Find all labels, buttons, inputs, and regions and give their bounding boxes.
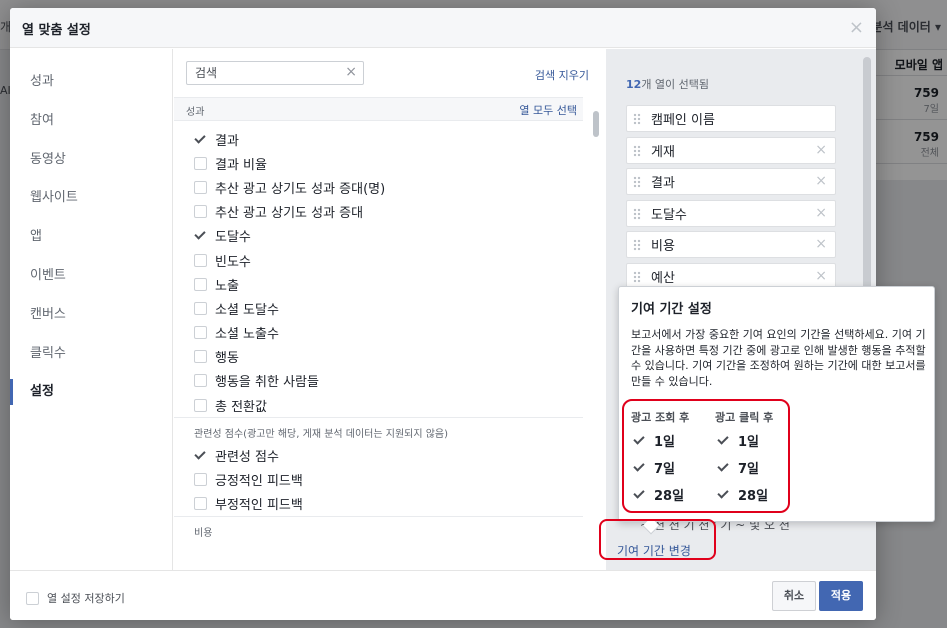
checkbox[interactable] [194, 229, 207, 243]
column-option[interactable]: 행동 [174, 345, 605, 369]
checkbox[interactable] [26, 591, 39, 605]
remove-icon[interactable]: × [815, 142, 827, 158]
checkbox[interactable] [194, 301, 207, 315]
remove-icon[interactable]: × [815, 173, 827, 189]
column-option[interactable]: 긍정적인 피드백 [174, 467, 605, 491]
column-option[interactable]: 노출 [174, 272, 605, 296]
column-option[interactable]: 결과 비율 [174, 151, 605, 175]
highlight-box-link [599, 519, 716, 560]
checkbox[interactable] [194, 132, 207, 146]
checkbox[interactable] [194, 374, 207, 388]
select-all-link[interactable]: 열 모두 선택 [519, 102, 577, 118]
column-option[interactable]: 결과 [174, 127, 605, 151]
nav-item-engagement[interactable]: 참여 [10, 102, 172, 141]
nav-item-settings[interactable]: 설정 [10, 373, 172, 412]
popover-title: 기여 기간 설정 [631, 302, 712, 317]
save-column-settings-checkbox[interactable]: 열 설정 저장하기 [26, 590, 125, 606]
category-nav: 성과 참여 동영상 웹사이트 앱 이벤트 캔버스 클릭수 설정 [10, 49, 173, 570]
drag-handle-icon[interactable] [633, 270, 641, 283]
selected-column-chip[interactable]: 비용 × [626, 231, 836, 258]
column-option[interactable]: 총 전환값 [174, 393, 605, 417]
column-option[interactable]: 행동을 취한 사람들 [174, 369, 605, 393]
column-list-panel: × 검색 지우기 성과 열 모두 선택 결과 결과 비율 추산 광고 상기도 성… [174, 49, 605, 570]
checkbox[interactable] [194, 205, 207, 219]
cancel-button[interactable]: 취소 [772, 581, 816, 611]
selected-column-chip[interactable]: 게재 × [626, 137, 836, 164]
nav-item-clicks[interactable]: 클릭수 [10, 335, 172, 374]
close-icon[interactable]: × [849, 17, 864, 38]
checkbox[interactable] [194, 448, 207, 462]
clear-search-link[interactable]: 검색 지우기 [535, 67, 589, 83]
remove-icon[interactable]: × [815, 268, 827, 284]
relevance-section-header: 관련성 점수(광고만 해당, 게재 분석 데이터는 지원되지 않음) [174, 417, 583, 443]
save-label: 열 설정 저장하기 [47, 592, 125, 605]
column-option[interactable]: 관련성 점수 [174, 443, 605, 467]
selected-column-chip[interactable]: 도달수 × [626, 200, 836, 227]
nav-item-website[interactable]: 웹사이트 [10, 179, 172, 218]
drag-handle-icon[interactable] [633, 207, 641, 220]
selected-column-chip[interactable]: 캠페인 이름 [626, 105, 836, 132]
dialog-footer: 열 설정 저장하기 취소 적용 [10, 570, 876, 620]
remove-icon[interactable]: × [815, 236, 827, 252]
nav-item-video[interactable]: 동영상 [10, 141, 172, 180]
checkbox[interactable] [194, 473, 207, 487]
apply-button[interactable]: 적용 [819, 581, 863, 611]
column-option[interactable]: 부정적인 피드백 [174, 492, 605, 516]
checkbox[interactable] [194, 350, 207, 364]
checkbox[interactable] [194, 156, 207, 170]
selected-column-chip[interactable]: 결과 × [626, 168, 836, 195]
search-input[interactable] [187, 62, 337, 84]
search-field: × [186, 61, 364, 85]
nav-item-app[interactable]: 앱 [10, 218, 172, 257]
scrollbar[interactable] [593, 111, 599, 137]
drag-handle-icon[interactable] [633, 144, 641, 157]
column-option[interactable]: 소셜 도달수 [174, 296, 605, 320]
nav-item-events[interactable]: 이벤트 [10, 257, 172, 296]
section-title: 성과 [186, 107, 205, 118]
section-header: 성과 열 모두 선택 [174, 97, 583, 121]
checkbox[interactable] [194, 398, 207, 412]
column-option[interactable]: 추산 광고 상기도 성과 증대 [174, 200, 605, 224]
popover-description: 보고서에서 가장 중요한 기여 요인의 기간을 선택하세요. 기여 기간을 사용… [631, 328, 926, 388]
column-option[interactable]: 소셜 노출수 [174, 321, 605, 345]
dialog-header: 열 맞춤 설정 × [10, 8, 876, 48]
column-list: 성과 열 모두 선택 결과 결과 비율 추산 광고 상기도 성과 증대(명) 추… [174, 97, 605, 570]
nav-item-canvas[interactable]: 캔버스 [10, 296, 172, 335]
selected-count: 12개 열이 선택됨 [626, 78, 710, 91]
drag-handle-icon[interactable] [633, 112, 641, 125]
checkbox[interactable] [194, 497, 207, 511]
column-option[interactable]: 빈도수 [174, 248, 605, 272]
dialog-title: 열 맞춤 설정 [22, 23, 91, 38]
drag-handle-icon[interactable] [633, 175, 641, 188]
drag-handle-icon[interactable] [633, 238, 641, 251]
checkbox[interactable] [194, 326, 207, 340]
checkbox[interactable] [194, 180, 207, 194]
column-option[interactable]: 추산 광고 상기도 성과 증대(명) [174, 175, 605, 199]
column-option[interactable]: 도달수 [174, 224, 605, 248]
clear-icon[interactable]: × [345, 64, 357, 80]
cost-section-header: 비용 [174, 515, 583, 542]
highlight-box-options [622, 399, 790, 513]
checkbox[interactable] [194, 277, 207, 291]
nav-item-performance[interactable]: 성과 [10, 63, 172, 102]
checkbox[interactable] [194, 253, 207, 267]
remove-icon[interactable]: × [815, 205, 827, 221]
